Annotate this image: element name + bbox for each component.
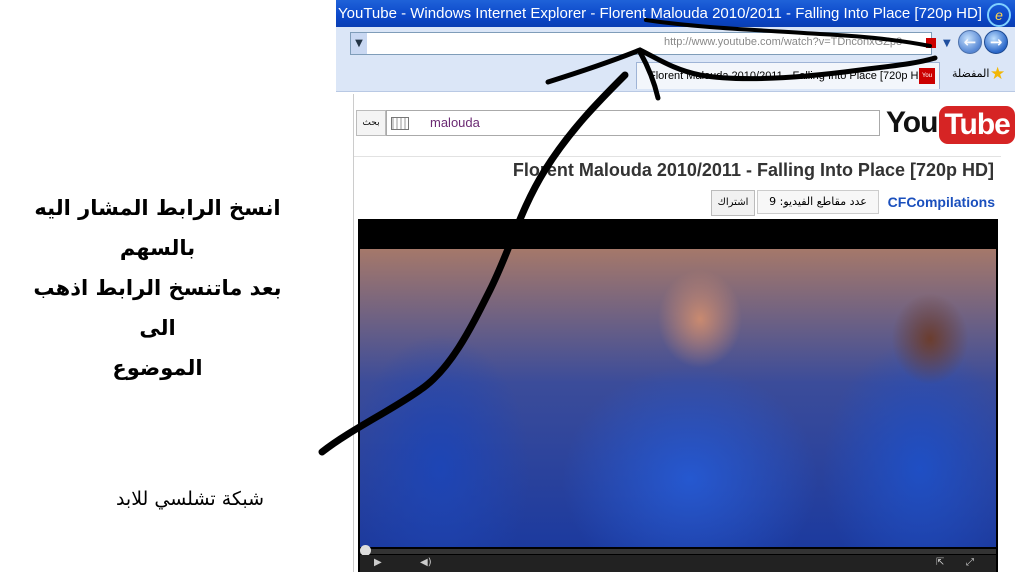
video-count[interactable]: عدد مقاطع الفيديو: 9: [757, 190, 879, 214]
youtube-favicon-icon: [926, 38, 936, 48]
youtube-page: بحث malouda You Tube Florent Malouda 2010…: [353, 94, 1015, 572]
browser-tab[interactable]: Florent Malouda 2010/2011 - Falling Into…: [636, 62, 940, 89]
youtube-logo[interactable]: You Tube: [886, 106, 1015, 146]
channel-link[interactable]: CFCompilations: [888, 194, 995, 210]
channel-row: اشتراك ⌄ عدد مقاطع الفيديو: 9 CFCompilat…: [354, 190, 999, 216]
instruction-text: انسخ الرابط المشار اليه بالسهم بعد ماتنس…: [15, 188, 300, 388]
browser-screenshot: YouTube - Windows Internet Explorer - Fl…: [336, 0, 1015, 572]
history-dropdown-icon[interactable]: ▼: [943, 38, 951, 49]
popout-icon[interactable]: ⇱: [936, 557, 944, 568]
instruction-line-3: الموضوع: [112, 356, 203, 380]
address-url[interactable]: http://www.youtube.com/watch?v=TDnconxGZ…: [664, 36, 902, 48]
video-title: Florent Malouda 2010/2011 - Falling Into…: [512, 160, 994, 180]
back-button[interactable]: ←: [958, 30, 982, 54]
logo-tube: Tube: [939, 106, 1015, 144]
volume-icon[interactable]: ◀): [420, 557, 432, 568]
tab-bar: Florent Malouda 2010/2011 - Falling Into…: [336, 59, 1015, 92]
instruction-line-2: بعد ماتنسخ الرابط اذهب الى: [33, 276, 282, 340]
fullscreen-icon[interactable]: ⤢: [966, 557, 974, 568]
youtube-favicon-icon: You: [919, 68, 935, 84]
player-controls: ▶ ◀) ⇱ ⤢: [360, 555, 996, 572]
subscribe-button[interactable]: اشتراك: [711, 190, 755, 216]
video-player[interactable]: ▶ ◀) ⇱ ⤢: [358, 219, 998, 572]
window-titlebar: YouTube - Windows Internet Explorer - Fl…: [336, 0, 1015, 27]
address-bar: ▼ http://www.youtube.com/watch?v=TDnconx…: [336, 27, 1015, 59]
tab-title: Florent Malouda 2010/2011 - Falling Into…: [649, 70, 930, 82]
logo-you: You: [886, 106, 938, 139]
address-dropdown-icon[interactable]: ▼: [351, 33, 367, 54]
video-frame[interactable]: [360, 249, 996, 547]
progress-bar[interactable]: [360, 545, 996, 556]
search-button[interactable]: بحث: [356, 110, 386, 136]
forward-button[interactable]: →: [984, 30, 1008, 54]
search-bar: بحث malouda You Tube: [354, 104, 1015, 157]
keyboard-icon[interactable]: [391, 117, 409, 130]
ie-logo-icon: e: [987, 3, 1011, 27]
play-icon[interactable]: ▶: [374, 557, 382, 568]
star-icon[interactable]: ★: [990, 64, 1005, 84]
favorites-label[interactable]: المفضلة: [952, 67, 989, 80]
search-query[interactable]: malouda: [430, 115, 480, 130]
address-field[interactable]: ▼ http://www.youtube.com/watch?v=TDnconx…: [350, 32, 936, 55]
instruction-line-1: انسخ الرابط المشار اليه بالسهم: [34, 196, 281, 260]
search-input[interactable]: malouda: [386, 110, 880, 136]
window-title: YouTube - Windows Internet Explorer - Fl…: [338, 5, 982, 22]
forum-signature: شبكة تشلسي للابد: [115, 488, 265, 510]
